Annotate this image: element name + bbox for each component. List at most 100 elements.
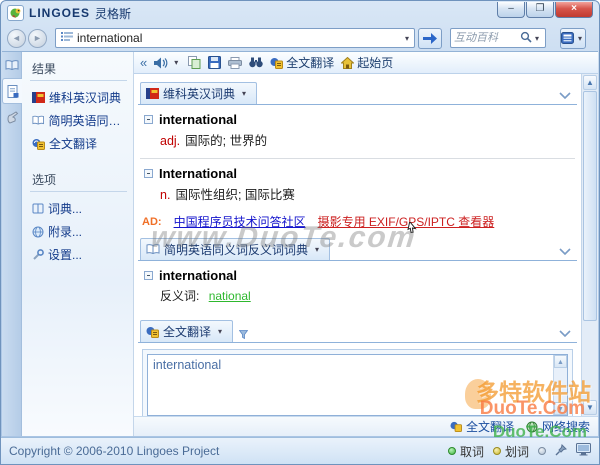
dict2-tab[interactable]: 简明英语同义词反义词词典 ▾ [140, 238, 331, 260]
forward-button[interactable]: ► [28, 28, 47, 48]
dict2-tab-label: 简明英语同义词反义词词典 [164, 243, 309, 257]
sidebar: 结果 维科英汉词典 简明英语同义... 全文翻译 选项 词典... 附录... [22, 52, 134, 436]
app-title-brand: LINGOES [29, 6, 91, 20]
save-button[interactable] [208, 56, 222, 69]
search-icon[interactable] [520, 31, 532, 46]
ad-link-1[interactable]: 中国程序员技术问答社区 [174, 213, 306, 230]
wordlist-icon [61, 31, 74, 45]
web-search-input[interactable] [454, 32, 520, 44]
capture-word-toggle[interactable]: 取词 [447, 443, 484, 460]
pin-icon[interactable] [555, 443, 568, 459]
open-book-icon [146, 244, 160, 255]
dict1-dropdown-icon: ▾ [242, 89, 247, 98]
scroll-up-icon[interactable]: ▲ [583, 75, 597, 90]
speak-button[interactable]: ▾ [154, 57, 181, 69]
highlight-word-label: 划词 [504, 444, 529, 459]
scroll-down-icon[interactable]: ▼ [554, 402, 567, 415]
cursor-icon [404, 220, 418, 241]
results-pane: 维科英汉词典 ▾ international adj. 国际的; 世界的 Int… [134, 74, 581, 416]
search-engine-dropdown-icon[interactable]: ▾ [532, 34, 542, 43]
expand-icon[interactable] [144, 115, 153, 124]
side-tabstrip [2, 52, 22, 436]
tab-dictionary[interactable] [2, 52, 22, 78]
bottom-fulltext-label: 全文翻译 [465, 420, 514, 434]
expand-icon[interactable] [144, 169, 153, 178]
home-icon [341, 56, 355, 69]
flag-dictionary-icon [32, 92, 45, 103]
headword: international [159, 268, 238, 283]
scroll-down-icon[interactable]: ▼ [583, 400, 597, 415]
sidebar-item-dictionaries[interactable]: 词典... [30, 197, 127, 220]
scrollbar-thumb[interactable] [583, 91, 597, 321]
find-button[interactable] [249, 57, 263, 68]
home-button[interactable]: 起始页 [341, 54, 393, 71]
definition-line: n. 国际性组织; 国际比赛 [160, 184, 577, 203]
scroll-up-icon[interactable]: ▲ [554, 355, 567, 368]
sidebar-item-dict1[interactable]: 维科英汉词典 [30, 86, 127, 109]
sidebar-item-fulltext[interactable]: 全文翻译 [30, 132, 127, 155]
address-dropdown-icon[interactable]: ▾ [402, 34, 412, 43]
print-button[interactable] [228, 56, 243, 69]
app-logo-icon [7, 5, 24, 21]
fulltext-translate-label: 全文翻译 [286, 56, 335, 70]
main-menu-button[interactable]: ▾ [560, 27, 586, 49]
ad-row: AD: 中国程序员技术问答社区 摄影专用 EXIF/GPS/IPTC 查看器 [142, 213, 577, 234]
definition: 国际性组织; 国际比赛 [175, 188, 295, 202]
expand-icon[interactable] [144, 271, 153, 280]
sidebar-item-appendix[interactable]: 附录... [30, 220, 127, 243]
close-button[interactable]: × [555, 2, 593, 18]
binoculars-icon [249, 57, 263, 68]
translate-dropdown-icon: ▾ [218, 327, 223, 336]
translate-tab-label: 全文翻译 [163, 325, 212, 339]
highlight-word-toggle[interactable]: 划词 [492, 443, 529, 460]
sidebar-item-label: 全文翻译 [49, 137, 98, 151]
speaker-dropdown-icon[interactable]: ▾ [171, 58, 181, 67]
headword: international [159, 112, 238, 127]
globe-icon [32, 226, 44, 237]
ad-label: AD: [142, 215, 162, 228]
part-of-speech: adj. [160, 134, 181, 148]
content-toolbar: « ▾ 全文翻译 起始页 [134, 52, 598, 74]
go-button[interactable] [418, 27, 442, 49]
bottom-fulltext-button[interactable]: 全文翻译 [450, 418, 514, 435]
dict2-entry: international 反义词: national [144, 268, 577, 304]
address-combobox[interactable]: ▾ [55, 28, 415, 48]
title-bar[interactable]: LINGOES 灵格斯 – ❐ × [1, 1, 599, 25]
translate-options-icon[interactable] [238, 328, 249, 342]
address-input[interactable] [77, 30, 402, 46]
content-scrollbar[interactable]: ▲ ▼ [581, 74, 598, 416]
speaker-icon [154, 57, 168, 68]
highlight-status-icon [492, 447, 501, 455]
sidebar-item-label: 词典... [48, 202, 83, 216]
part-of-speech: n. [160, 188, 171, 202]
section-header-dict1: 维科英汉词典 ▾ [138, 82, 577, 105]
dict1-collapse-chevron-icon[interactable] [555, 88, 575, 104]
dict2-dropdown-icon: ▾ [315, 245, 320, 254]
lingoes-window: LINGOES 灵格斯 – ❐ × ◄ ► ▾ ▾ [0, 0, 600, 465]
back-button[interactable]: ◄ [7, 28, 26, 48]
dict2-collapse-chevron-icon[interactable] [555, 244, 575, 260]
sidebar-item-dict2[interactable]: 简明英语同义... [30, 109, 127, 132]
translate-tab[interactable]: 全文翻译 ▾ [140, 320, 234, 342]
capture-word-label: 取词 [459, 444, 484, 459]
fulltext-translate-icon [146, 326, 159, 338]
tab-handwriting[interactable] [2, 104, 22, 130]
clipboard-status-icon[interactable] [538, 447, 546, 455]
minimize-button[interactable]: – [497, 2, 525, 18]
sidebar-item-settings[interactable]: 设置... [30, 243, 127, 266]
web-search-box[interactable]: ▾ [450, 28, 546, 48]
copy-button[interactable] [188, 56, 201, 69]
bottom-websearch-button[interactable]: 网络搜索 [526, 418, 590, 435]
antonym-link[interactable]: national [209, 289, 251, 303]
bottom-websearch-label: 网络搜索 [541, 420, 590, 434]
dict1-tab[interactable]: 维科英汉词典 ▾ [140, 82, 258, 104]
maximize-button[interactable]: ❐ [526, 2, 554, 18]
fulltext-translate-button[interactable]: 全文翻译 [270, 54, 334, 71]
translate-input-scrollbar[interactable]: ▲ ▼ [553, 355, 567, 415]
fulltext-translate-icon [32, 138, 45, 150]
translate-collapse-chevron-icon[interactable] [555, 326, 575, 342]
monitor-icon[interactable] [576, 443, 591, 459]
collapse-sidebar-button[interactable]: « [140, 55, 147, 70]
translate-input[interactable]: international [148, 355, 567, 415]
tab-results[interactable] [2, 78, 22, 104]
